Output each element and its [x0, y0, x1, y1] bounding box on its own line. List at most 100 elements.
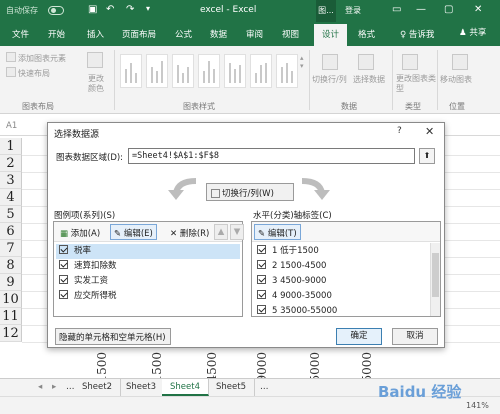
close-window-icon[interactable]: ✕: [474, 4, 482, 15]
chart-style-thumb[interactable]: [224, 54, 246, 88]
add-chart-element-button[interactable]: 添加图表元素: [18, 53, 66, 64]
category-name: 4 9000-35000: [272, 291, 332, 301]
move-up-button[interactable]: ▲: [214, 224, 228, 240]
series-row[interactable]: 速算扣除数: [56, 259, 117, 274]
ribbon-display-icon[interactable]: ▭: [392, 4, 401, 15]
quick-layout-icon: [6, 67, 16, 77]
styles-scroll-icon[interactable]: ▴ ▾: [300, 54, 304, 70]
chart-style-thumb[interactable]: [276, 54, 298, 88]
row-header[interactable]: 8: [0, 257, 22, 274]
axis-list-scrollbar[interactable]: [430, 243, 440, 316]
more-sheets-icon[interactable]: …: [252, 379, 277, 396]
edit-axis-button[interactable]: ✎ 编辑(T): [254, 224, 301, 240]
ribbon-tabs: 文件 开始 插入 页面布局 公式 数据 审阅 视图 设计 格式 ♀ 告诉我 ♟ …: [0, 22, 500, 46]
chart-data-range-label: 图表数据区域(D):: [56, 153, 124, 163]
series-row[interactable]: 税率: [56, 244, 240, 259]
row-header[interactable]: 12: [0, 325, 22, 342]
dialog-title: 选择数据源: [54, 130, 100, 140]
add-series-button[interactable]: ▦ 添加(A): [56, 224, 104, 240]
checkbox-icon[interactable]: [59, 290, 68, 299]
minimize-icon[interactable]: —: [416, 4, 426, 15]
sheet-tab-active[interactable]: Sheet4: [162, 379, 209, 396]
legend-toolbar: ▦ 添加(A) ✎ 编辑(E) ✕ 删除(R) ▲ ▼: [54, 222, 244, 242]
name-box[interactable]: A1: [6, 121, 17, 131]
category-name: 3 4500-9000: [272, 276, 327, 286]
checkbox-icon[interactable]: [59, 260, 68, 269]
cancel-button[interactable]: 取消: [392, 328, 438, 345]
chart-style-thumb[interactable]: [172, 54, 194, 88]
chart-style-thumb[interactable]: [198, 54, 220, 88]
sheet-tab[interactable]: Sheet2: [74, 379, 121, 396]
tab-home[interactable]: 开始: [48, 28, 65, 40]
category-row[interactable]: 1 低于1500: [254, 244, 319, 259]
series-row[interactable]: 实发工资: [56, 274, 108, 289]
customize-toolbar-icon[interactable]: ▾: [146, 4, 150, 13]
row-header[interactable]: 3: [0, 172, 22, 189]
row-header[interactable]: 2: [0, 155, 22, 172]
tab-view[interactable]: 视图: [282, 28, 299, 40]
close-icon[interactable]: ✕: [425, 125, 434, 138]
scrollbar-thumb[interactable]: [432, 253, 439, 297]
checkbox-icon[interactable]: [257, 305, 266, 314]
hidden-empty-cells-button[interactable]: 隐藏的单元格和空单元格(H): [55, 328, 171, 345]
checkbox-icon[interactable]: [257, 260, 266, 269]
tab-review[interactable]: 审阅: [246, 28, 263, 40]
switch-row-column-button[interactable]: 切换行/列(W): [206, 183, 294, 201]
row-header[interactable]: 5: [0, 206, 22, 223]
row-header[interactable]: 10: [0, 291, 22, 308]
checkbox-icon[interactable]: [257, 245, 266, 254]
add-icon: ▦: [60, 229, 71, 239]
autosave-toggle[interactable]: [48, 6, 64, 15]
checkbox-icon[interactable]: [59, 245, 68, 254]
checkbox-icon[interactable]: [257, 275, 266, 284]
save-icon[interactable]: ▣: [88, 4, 97, 15]
quick-layout-button[interactable]: 快速布局: [18, 68, 50, 79]
edit-series-button[interactable]: ✎ 编辑(E): [110, 224, 157, 240]
switch-rowcol-button[interactable]: 切换行/列: [312, 74, 347, 85]
delete-series-button[interactable]: ✕ 删除(R): [166, 224, 213, 240]
category-row[interactable]: 2 1500-4500: [254, 259, 326, 274]
row-header[interactable]: 6: [0, 223, 22, 240]
tab-file[interactable]: 文件: [12, 28, 29, 40]
redo-icon[interactable]: ↷: [126, 4, 134, 15]
maximize-icon[interactable]: ▢: [444, 4, 453, 15]
sheet-tab[interactable]: Sheet5: [208, 379, 255, 396]
tab-format[interactable]: 格式: [358, 28, 375, 40]
row-header[interactable]: 11: [0, 308, 22, 325]
undo-icon[interactable]: ↶: [106, 4, 114, 15]
collapse-dialog-icon[interactable]: ⬆: [419, 148, 435, 164]
tab-formulas[interactable]: 公式: [175, 28, 192, 40]
ok-button[interactable]: 确定: [336, 328, 382, 345]
sheet-tab[interactable]: Sheet3: [118, 379, 165, 396]
chart-style-thumb[interactable]: [146, 54, 168, 88]
tell-me[interactable]: ♀ 告诉我: [400, 28, 434, 40]
change-colors-button[interactable]: 更改颜色: [88, 74, 108, 94]
chart-style-thumb[interactable]: [250, 54, 272, 88]
login-link[interactable]: 登录: [345, 5, 361, 16]
help-icon[interactable]: ?: [397, 126, 402, 136]
series-name: 实发工资: [74, 276, 109, 286]
category-row[interactable]: 3 4500-9000: [254, 274, 326, 289]
add-series-label: 添加(A): [70, 229, 101, 239]
row-header[interactable]: 7: [0, 240, 22, 257]
move-chart-button[interactable]: 移动图表: [440, 74, 472, 85]
category-row[interactable]: 5 35000-55000: [254, 304, 337, 316]
checkbox-icon[interactable]: [257, 290, 266, 299]
change-chart-type-button[interactable]: 更改图表类型: [396, 74, 436, 94]
chart-data-range-input[interactable]: =Sheet4!$A$1:$F$8: [128, 148, 415, 164]
row-header[interactable]: 9: [0, 274, 22, 291]
tab-page-layout[interactable]: 页面布局: [122, 28, 156, 40]
tab-design[interactable]: 设计: [314, 24, 348, 46]
chart-style-thumb[interactable]: [120, 54, 142, 88]
category-row[interactable]: 4 9000-35000: [254, 289, 332, 304]
series-row[interactable]: 应交所得税: [56, 289, 117, 304]
share-button[interactable]: ♟ 共享: [459, 26, 486, 38]
checkbox-icon[interactable]: [59, 275, 68, 284]
tab-insert[interactable]: 插入: [87, 28, 104, 40]
tab-data[interactable]: 数据: [210, 28, 227, 40]
row-header[interactable]: 4: [0, 189, 22, 206]
zoom-level[interactable]: 141%: [466, 401, 489, 410]
row-header[interactable]: 1: [0, 138, 22, 155]
move-down-button[interactable]: ▼: [230, 224, 244, 240]
select-data-button[interactable]: 选择数据: [353, 74, 385, 85]
